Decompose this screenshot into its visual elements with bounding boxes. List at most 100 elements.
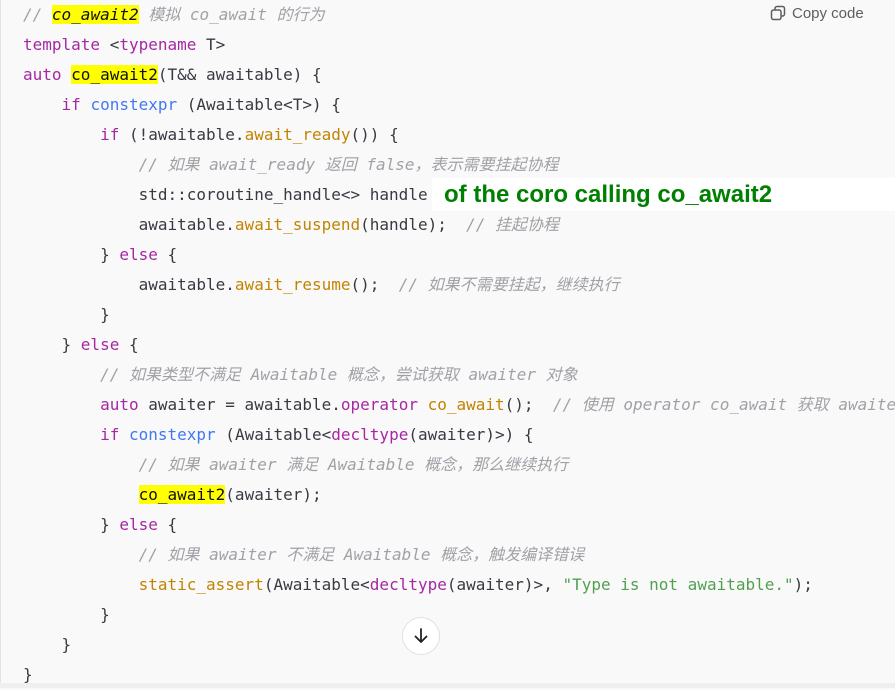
code-token: ();	[350, 275, 399, 294]
code-token: co_await2	[51, 5, 139, 24]
code-token: // 如果 awaiter 不满足 Awaitable 概念，触发编译错误	[138, 545, 585, 564]
code-token: ();	[504, 395, 553, 414]
code-content: // co_await2 模拟 co_await 的行为 template <ty…	[23, 0, 895, 690]
code-block: Copy code // co_await2 模拟 co_await 的行为 te…	[0, 0, 895, 684]
scroll-down-button[interactable]	[402, 617, 440, 655]
code-token: (handle);	[360, 215, 467, 234]
code-token: // 如果 awaiter 满足 Awaitable 概念，那么继续执行	[138, 455, 569, 474]
code-line: } else {	[23, 510, 895, 540]
code-token: (!awaitable.	[119, 125, 245, 144]
code-token: // 使用 operator co_await 获取 awaiter	[552, 395, 895, 414]
annotation-overlay: of the coro calling co_await2	[432, 178, 895, 211]
code-token: else	[119, 515, 158, 534]
code-line: // 如果类型不满足 Awaitable 概念，尝试获取 awaiter 对象	[23, 360, 895, 390]
code-line: // 如果 awaiter 不满足 Awaitable 概念，触发编译错误	[23, 540, 895, 570]
code-token: if	[61, 95, 81, 114]
code-token: //	[23, 5, 52, 24]
code-token: {	[119, 335, 139, 354]
code-line: } else {	[23, 240, 895, 270]
code-line: }	[23, 300, 895, 330]
code-line: awaitable.await_resume(); // 如果不需要挂起，继续执…	[23, 270, 895, 300]
code-line: }	[23, 630, 895, 660]
code-token: // 挂起协程	[466, 215, 560, 234]
code-line: }	[23, 600, 895, 630]
code-token: (awaiter)>) {	[408, 425, 534, 444]
code-token: awaiter = awaitable.	[138, 395, 341, 414]
code-line: auto co_await2(T&& awaitable) {	[23, 60, 895, 90]
code-token: (awaiter);	[225, 485, 322, 504]
code-token: }	[23, 305, 110, 324]
code-token: {	[157, 245, 178, 264]
code-token: else	[119, 245, 158, 264]
code-token: auto	[23, 65, 62, 84]
code-token: operator	[340, 395, 418, 414]
code-line: } else {	[23, 330, 895, 360]
code-line: if (!awaitable.await_ready()) {	[23, 120, 895, 150]
code-token: <	[100, 35, 120, 54]
code-token: // 如果 await_ready 返回 false，表示需要挂起协程	[138, 155, 559, 174]
code-token: await_ready	[244, 125, 351, 144]
code-token: if	[100, 125, 120, 144]
code-token: );	[793, 575, 813, 594]
code-line: co_await2(awaiter);	[23, 480, 895, 510]
code-token: }	[23, 515, 120, 534]
arrow-down-icon	[414, 628, 428, 643]
code-line: template <typename T>	[23, 30, 895, 60]
code-token: (awaiter)>,	[446, 575, 563, 594]
code-token: (Awaitable<	[263, 575, 370, 594]
code-token: }	[23, 635, 72, 654]
code-token: awaitable.	[23, 215, 235, 234]
code-token: constexpr	[90, 95, 178, 114]
code-token: awaitable.	[23, 275, 235, 294]
code-token: }	[23, 605, 110, 624]
code-token: T>	[196, 35, 226, 54]
code-token: co_await2	[138, 485, 226, 504]
code-token: auto	[100, 395, 139, 414]
code-token: (Awaitable<	[215, 425, 332, 444]
code-token: }	[23, 335, 81, 354]
code-token: co_await2	[71, 65, 158, 84]
code-line: if constexpr (Awaitable<T>) {	[23, 90, 895, 120]
code-line: // 如果 awaiter 满足 Awaitable 概念，那么继续执行	[23, 450, 895, 480]
code-token: decltype	[369, 575, 447, 594]
code-token: }	[23, 665, 33, 684]
code-token: }	[23, 245, 120, 264]
code-token: "Type is not awaitable."	[562, 575, 794, 594]
code-token: if	[100, 425, 120, 444]
code-token: else	[80, 335, 120, 354]
code-token: decltype	[331, 425, 409, 444]
code-token: (Awaitable<T>) {	[177, 95, 341, 114]
code-token: ()) {	[350, 125, 399, 144]
code-token: typename	[119, 35, 197, 54]
code-line: static_assert(Awaitable<decltype(awaiter…	[23, 570, 895, 600]
code-token: await_resume	[234, 275, 351, 294]
code-line: // 如果 await_ready 返回 false，表示需要挂起协程	[23, 150, 895, 180]
code-line: auto awaiter = awaitable.operator co_awa…	[23, 390, 895, 420]
code-token: 模拟 co_await 的行为	[138, 5, 325, 24]
code-token: (T&& awaitable) {	[157, 65, 322, 84]
code-token: await_suspend	[234, 215, 361, 234]
code-token: std::coroutine_handle<> handle	[23, 185, 428, 204]
code-token: // 如果类型不满足 Awaitable 概念，尝试获取 awaiter 对象	[100, 365, 578, 384]
code-token: co_await	[427, 395, 505, 414]
bottom-bar	[0, 683, 895, 688]
code-token: constexpr	[128, 425, 216, 444]
code-line: // co_await2 模拟 co_await 的行为	[23, 0, 895, 30]
code-token: static_assert	[138, 575, 264, 594]
code-line: if constexpr (Awaitable<decltype(awaiter…	[23, 420, 895, 450]
code-token: // 如果不需要挂起，继续执行	[398, 275, 620, 294]
code-token: template	[23, 35, 101, 54]
